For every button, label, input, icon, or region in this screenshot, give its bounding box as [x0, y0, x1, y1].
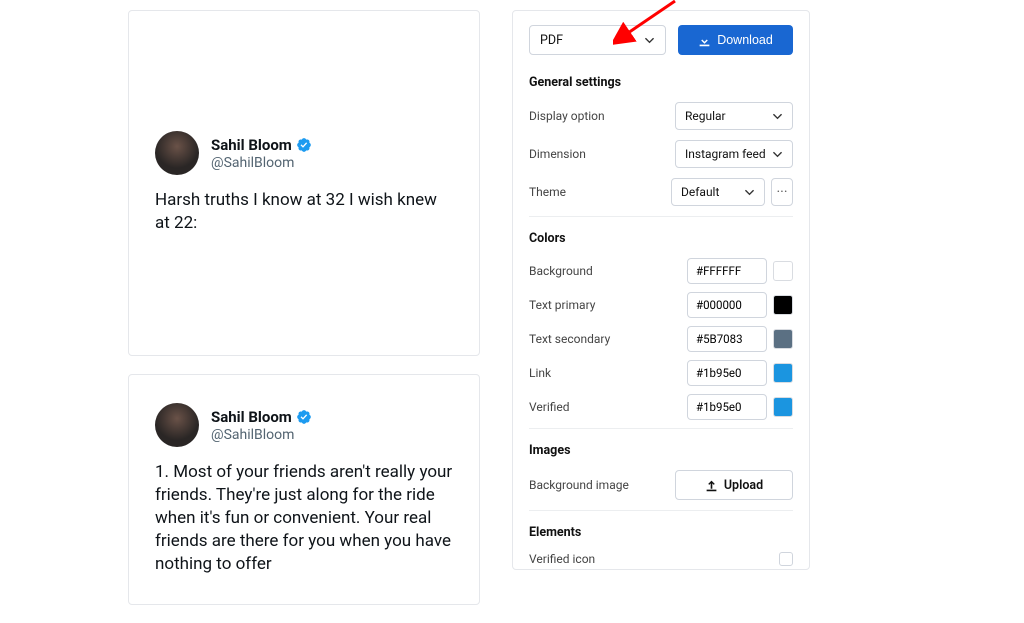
section-elements: Elements	[529, 525, 793, 540]
chevron-down-icon	[772, 111, 783, 122]
settings-panel: PDF Download General settings Display op…	[512, 10, 810, 570]
element-label: Verified icon	[529, 552, 595, 566]
color-label: Verified	[529, 400, 570, 414]
author-name: Sahil Bloom	[211, 408, 292, 426]
format-select[interactable]: PDF	[529, 25, 666, 55]
color-label: Link	[529, 366, 551, 380]
display-select[interactable]: Regular	[675, 102, 793, 130]
upload-button[interactable]: Upload	[675, 470, 793, 500]
color-label: Text secondary	[529, 332, 610, 346]
divider	[529, 216, 793, 217]
color-input-2[interactable]	[687, 326, 767, 352]
verified-icon	[296, 137, 312, 153]
divider	[529, 428, 793, 429]
section-images: Images	[529, 443, 793, 458]
color-label: Text primary	[529, 298, 595, 312]
tweet-card-1: Sahil Bloom @SahilBloom Harsh truths I k…	[128, 10, 480, 356]
dimension-label: Dimension	[529, 147, 586, 161]
theme-label: Theme	[529, 185, 566, 199]
verified-icon	[296, 409, 312, 425]
color-input-1[interactable]	[687, 292, 767, 318]
dimension-select[interactable]: Instagram feed	[675, 140, 793, 168]
color-swatch-2[interactable]	[773, 329, 793, 349]
element-checkbox-0[interactable]	[779, 552, 793, 566]
author-handle: @SahilBloom	[211, 155, 312, 171]
upload-icon	[705, 479, 718, 492]
color-swatch-4[interactable]	[773, 397, 793, 417]
color-input-4[interactable]	[687, 394, 767, 420]
color-swatch-3[interactable]	[773, 363, 793, 383]
theme-more-button[interactable]: ···	[771, 178, 793, 206]
format-value: PDF	[540, 33, 563, 48]
display-label: Display option	[529, 109, 605, 123]
bgimage-label: Background image	[529, 478, 629, 492]
divider	[529, 510, 793, 511]
tweet-text: Harsh truths I know at 32 I wish knew at…	[155, 189, 453, 235]
section-colors: Colors	[529, 231, 793, 246]
avatar	[155, 131, 199, 175]
avatar	[155, 403, 199, 447]
chevron-down-icon	[744, 187, 755, 198]
chevron-down-icon	[644, 35, 655, 46]
download-icon	[698, 34, 711, 47]
author-handle: @SahilBloom	[211, 427, 312, 443]
theme-select[interactable]: Default	[671, 178, 765, 206]
color-input-0[interactable]	[687, 258, 767, 284]
download-button[interactable]: Download	[678, 25, 793, 55]
color-input-3[interactable]	[687, 360, 767, 386]
section-general: General settings	[529, 75, 793, 90]
color-swatch-0[interactable]	[773, 261, 793, 281]
tweet-card-2: Sahil Bloom @SahilBloom 1. Most of your …	[128, 374, 480, 605]
color-swatch-1[interactable]	[773, 295, 793, 315]
author-name: Sahil Bloom	[211, 136, 292, 154]
color-label: Background	[529, 264, 593, 278]
download-label: Download	[717, 33, 773, 47]
tweet-text: 1. Most of your friends aren't really yo…	[155, 461, 453, 576]
chevron-down-icon	[772, 149, 783, 160]
